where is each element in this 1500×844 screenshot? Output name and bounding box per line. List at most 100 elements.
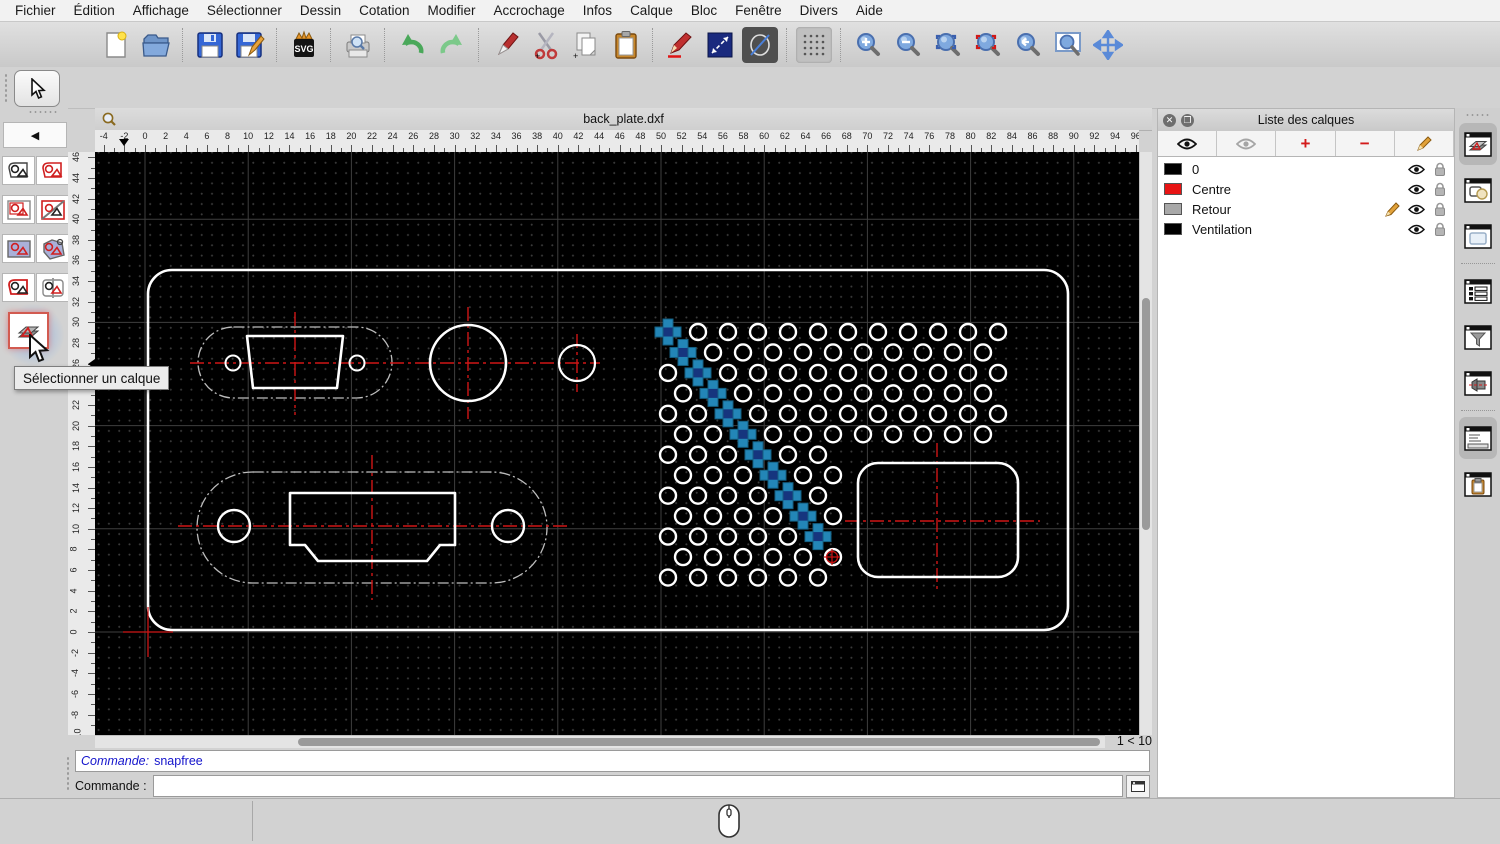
open-folder-button[interactable]	[138, 27, 174, 63]
insert-dock-button[interactable]	[1459, 362, 1497, 404]
horizontal-ruler: -4 -2 0 2 4 6 8 10 12 14 16 18 20 22 24 26 28 30 32 34 36 38 4…	[95, 130, 1139, 152]
layer-color-swatch[interactable]	[1164, 163, 1182, 175]
save-as-button[interactable]	[232, 27, 268, 63]
selection-pointer-button[interactable]	[14, 70, 60, 107]
menu-cotation[interactable]: Cotation	[350, 3, 418, 18]
deselect-window-button[interactable]	[36, 195, 69, 224]
undo-button[interactable]	[394, 27, 430, 63]
layer-row[interactable]: Ventilation	[1158, 219, 1454, 239]
line-attributes-button[interactable]	[702, 27, 738, 63]
zoom-auto-button[interactable]	[930, 27, 966, 63]
command-keyboard-button[interactable]	[1126, 774, 1150, 798]
layer-color-swatch[interactable]	[1164, 223, 1182, 235]
horizontal-scroll-thumb[interactable]	[298, 738, 1100, 746]
redo-button[interactable]	[434, 27, 470, 63]
new-document-button[interactable]	[98, 27, 134, 63]
pen-button[interactable]	[662, 27, 698, 63]
ruler-label: 2	[68, 608, 79, 614]
hide-all-layers-button[interactable]	[1217, 131, 1277, 156]
ruler-tick	[454, 145, 456, 152]
command-dock-button[interactable]	[1458, 417, 1497, 459]
layer-lock-icon[interactable]	[1430, 162, 1450, 177]
select-intersected-button[interactable]	[2, 234, 35, 263]
layers-dock-button[interactable]	[1458, 123, 1497, 165]
menu-fenetre[interactable]: Fenêtre	[726, 3, 791, 18]
vertical-scroll-thumb[interactable]	[1142, 298, 1150, 530]
layer-lock-icon[interactable]	[1430, 202, 1450, 217]
zoom-out-button[interactable]	[890, 27, 926, 63]
layer-lock-icon[interactable]	[1430, 222, 1450, 237]
menu-dessin[interactable]: Dessin	[291, 3, 350, 18]
layer-visibility-icon[interactable]	[1406, 184, 1426, 195]
ruler-label: 42	[71, 193, 82, 204]
layer-color-swatch[interactable]	[1164, 183, 1182, 195]
select-window-icon	[6, 199, 32, 221]
save-button[interactable]	[192, 27, 228, 63]
layer-color-swatch[interactable]	[1164, 203, 1182, 215]
drawing-canvas[interactable]	[95, 152, 1139, 735]
ruler-tick	[1053, 145, 1055, 152]
paste-button[interactable]	[608, 27, 644, 63]
zoom-redraw-button[interactable]	[970, 27, 1006, 63]
entity-list-dock-button[interactable]	[1459, 270, 1497, 312]
select-all-button[interactable]	[2, 273, 35, 302]
zoom-in-button[interactable]	[850, 27, 886, 63]
show-all-layers-button[interactable]	[1158, 131, 1218, 156]
pan-button[interactable]	[1090, 27, 1126, 63]
menu-infos[interactable]: Infos	[574, 3, 621, 18]
menu-affichage[interactable]: Affichage	[124, 3, 198, 18]
ruler-tick	[495, 145, 497, 152]
grid-button[interactable]	[796, 26, 832, 63]
filter-dock-button[interactable]	[1459, 316, 1497, 358]
deselect-intersected-button[interactable]	[36, 234, 69, 263]
zoom-window-button[interactable]	[1050, 27, 1086, 63]
float-panel-icon[interactable]: ❐	[1181, 113, 1194, 127]
layer-visibility-icon[interactable]	[1406, 204, 1426, 215]
menu-accrochage[interactable]: Accrochage	[484, 3, 573, 18]
remove-layer-button[interactable]: −	[1336, 131, 1395, 156]
ruler-label: 10	[71, 523, 82, 534]
clipboard-dock-button[interactable]	[1459, 463, 1497, 505]
ruler-label: 46	[614, 131, 625, 141]
layer-row[interactable]: Centre	[1158, 179, 1454, 199]
eraser-button[interactable]	[488, 27, 524, 63]
menu-calque[interactable]: Calque	[621, 3, 682, 18]
line-attributes-icon	[706, 31, 734, 59]
layer-lock-icon[interactable]	[1430, 182, 1450, 197]
circle-tool-button[interactable]	[742, 26, 778, 63]
edit-layer-button[interactable]	[1395, 131, 1455, 156]
select-window-button[interactable]	[2, 195, 35, 224]
layer-name: Retour	[1192, 201, 1232, 217]
copy-button[interactable]: +	[568, 27, 604, 63]
menu-modifier[interactable]: Modifier	[418, 3, 484, 18]
select-entity-button[interactable]	[2, 156, 35, 185]
menu-bloc[interactable]: Bloc	[682, 3, 726, 18]
layer-visibility-icon[interactable]	[1406, 224, 1426, 235]
vertical-scrollbar[interactable]	[1139, 152, 1152, 735]
menu-fichier[interactable]: Fichier	[6, 3, 65, 18]
command-input[interactable]	[152, 775, 1123, 797]
menu-edition[interactable]: Édition	[65, 3, 124, 18]
horizontal-scrollbar[interactable]	[95, 735, 1105, 748]
blocks-dock-button[interactable]	[1459, 169, 1497, 211]
layer-row[interactable]: Retour	[1158, 199, 1454, 219]
add-layer-button[interactable]: +	[1276, 131, 1336, 156]
print-preview-button[interactable]	[340, 27, 376, 63]
layer-row[interactable]: 0	[1158, 159, 1454, 179]
zoom-previous-button[interactable]	[1010, 27, 1046, 63]
ruler-tick	[722, 145, 724, 152]
select-contour-button[interactable]	[36, 156, 69, 185]
svg-export-button[interactable]: SVG	[286, 27, 322, 63]
ruler-tick	[949, 145, 951, 152]
menu-selectionner[interactable]: Sélectionner	[198, 3, 291, 18]
toolbox-back-button[interactable]: ◀	[3, 122, 67, 148]
menu-divers[interactable]: Divers	[791, 3, 847, 18]
select-toolbox: ◀	[0, 108, 69, 798]
layer-visibility-icon[interactable]	[1406, 164, 1426, 175]
library-dock-button[interactable]	[1459, 215, 1497, 257]
cut-button[interactable]: +	[528, 27, 564, 63]
deselect-all-button[interactable]	[36, 273, 69, 302]
close-icon[interactable]: ✕	[1163, 113, 1176, 127]
redo-icon	[436, 31, 468, 59]
menu-aide[interactable]: Aide	[847, 3, 892, 18]
